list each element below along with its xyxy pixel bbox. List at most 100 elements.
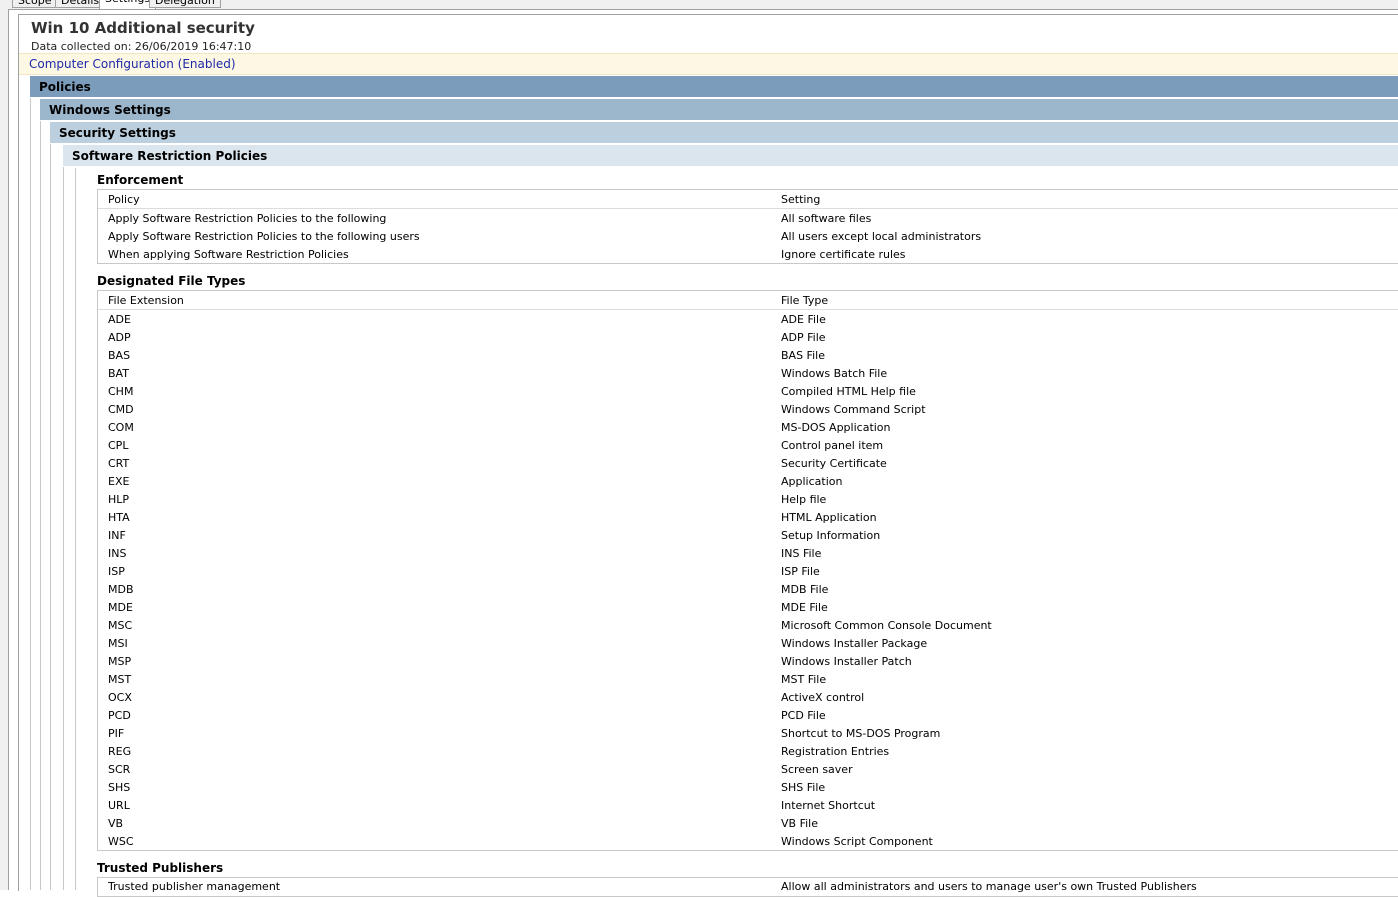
trusted-policy-setting: Allow all administrators and users to ma… — [781, 880, 1197, 893]
file-type: BAS File — [781, 349, 825, 362]
report-title: Win 10 Additional security — [31, 19, 255, 37]
enforcement-title[interactable]: Enforcement — [97, 173, 183, 187]
policy-name: When applying Software Restriction Polic… — [108, 248, 349, 261]
file-extension: PCD — [108, 709, 131, 722]
table-row: SHS SHS File — [98, 778, 1398, 796]
file-extension: SCR — [108, 763, 131, 776]
file-types-body: ADE ADE File ADP ADP File BAS BAS File BAT Wind… — [98, 310, 1398, 850]
file-extension: MSP — [108, 655, 132, 668]
file-types-table: File Extension File Type ADE ADE File ADP A… — [97, 290, 1398, 851]
table-row: Apply Software Restriction Policies to t… — [98, 209, 1398, 227]
file-type: Help file — [781, 493, 827, 506]
table-row: ADP ADP File — [98, 328, 1398, 346]
tab-delegation[interactable]: Delegation — [149, 0, 221, 8]
file-extension: WSC — [108, 835, 134, 848]
file-extension: MSC — [108, 619, 133, 632]
file-type: PCD File — [781, 709, 826, 722]
table-row: When applying Software Restriction Polic… — [98, 245, 1398, 263]
table-header-row: Policy Setting — [98, 190, 1398, 209]
file-type: INS File — [781, 547, 822, 560]
file-type: Windows Script Component — [781, 835, 933, 848]
trusted-policy-name: Trusted publisher management — [108, 880, 281, 893]
table-row: CHM Compiled HTML Help file — [98, 382, 1398, 400]
file-extension: MDE — [108, 601, 133, 614]
file-extension: CMD — [108, 403, 134, 416]
file-extension: SHS — [108, 781, 131, 794]
table-row: EXE Application — [98, 472, 1398, 490]
file-extension: INS — [108, 547, 127, 560]
indent-guide — [30, 98, 31, 890]
file-extension: REG — [108, 745, 132, 758]
file-type: Compiled HTML Help file — [781, 385, 916, 398]
file-extension: CPL — [108, 439, 129, 452]
trusted-publishers-title[interactable]: Trusted Publishers — [97, 861, 223, 875]
file-extension: HTA — [108, 511, 130, 524]
file-type: MDB File — [781, 583, 829, 596]
left-border — [0, 9, 9, 890]
file-type: Microsoft Common Console Document — [781, 619, 992, 632]
srp-header[interactable]: Software Restriction Policies — [63, 145, 1398, 167]
table-row: URL Internet Shortcut — [98, 796, 1398, 814]
file-extension: MDB — [108, 583, 134, 596]
file-type: MST File — [781, 673, 827, 686]
policy-setting: All users except local administrators — [781, 230, 982, 243]
file-type: Application — [781, 475, 843, 488]
file-extension: URL — [108, 799, 130, 812]
file-extension: MSI — [108, 637, 128, 650]
file-type: Internet Shortcut — [781, 799, 876, 812]
table-row: BAS BAS File — [98, 346, 1398, 364]
table-row: WSC Windows Script Component — [98, 832, 1398, 850]
computer-configuration-header[interactable]: Computer Configuration (Enabled) — [19, 53, 1398, 75]
table-row: OCX ActiveX control — [98, 688, 1398, 706]
table-row: HLP Help file — [98, 490, 1398, 508]
tab-settings[interactable]: Settings — [99, 0, 157, 9]
windows-settings-header[interactable]: Windows Settings — [40, 99, 1398, 121]
tab-scope[interactable]: Scope — [12, 0, 58, 8]
file-type: ISP File — [781, 565, 820, 578]
file-extension: PIF — [108, 727, 125, 740]
file-type: ActiveX control — [781, 691, 865, 704]
file-type: Shortcut to MS-DOS Program — [781, 727, 941, 740]
file-type: VB File — [781, 817, 818, 830]
indent-guide — [63, 167, 64, 890]
security-settings-header[interactable]: Security Settings — [50, 122, 1398, 144]
table-row: REG Registration Entries — [98, 742, 1398, 760]
security-settings-label: Security Settings — [59, 126, 176, 140]
policies-header[interactable]: Policies — [30, 76, 1398, 98]
column-header-file-type: File Type — [781, 294, 829, 307]
table-row: HTA HTML Application — [98, 508, 1398, 526]
file-extension: OCX — [108, 691, 132, 704]
file-extension: MST — [108, 673, 132, 686]
file-types-title[interactable]: Designated File Types — [97, 274, 245, 288]
file-extension: ISP — [108, 565, 125, 578]
table-row: BAT Windows Batch File — [98, 364, 1398, 382]
tab-details[interactable]: Details — [55, 0, 106, 8]
table-header-row: File Extension File Type — [98, 291, 1398, 310]
table-row: Apply Software Restriction Policies to t… — [98, 227, 1398, 245]
file-extension: COM — [108, 421, 134, 434]
indent-guide — [75, 168, 76, 890]
table-row: MSI Windows Installer Package — [98, 634, 1398, 652]
file-extension: ADP — [108, 331, 131, 344]
file-type: Windows Installer Package — [781, 637, 928, 650]
file-type: Windows Installer Patch — [781, 655, 912, 668]
file-extension: INF — [108, 529, 126, 542]
policy-setting: Ignore certificate rules — [781, 248, 906, 261]
table-row: INS INS File — [98, 544, 1398, 562]
table-row: INF Setup Information — [98, 526, 1398, 544]
windows-settings-label: Windows Settings — [49, 103, 171, 117]
file-extension: ADE — [108, 313, 131, 326]
table-row: MSP Windows Installer Patch — [98, 652, 1398, 670]
file-extension: VB — [108, 817, 124, 830]
column-header-extension: File Extension — [108, 294, 184, 307]
column-header-setting: Setting — [781, 193, 821, 206]
file-type: Screen saver — [781, 763, 853, 776]
table-row: ISP ISP File — [98, 562, 1398, 580]
policy-name: Apply Software Restriction Policies to t… — [108, 212, 387, 225]
file-extension: HLP — [108, 493, 130, 506]
policy-name: Apply Software Restriction Policies to t… — [108, 230, 420, 243]
table-row: Trusted publisher management Allow all a… — [98, 878, 1398, 896]
file-type: ADP File — [781, 331, 826, 344]
policy-setting: All software files — [781, 212, 872, 225]
table-row: MDE MDE File — [98, 598, 1398, 616]
